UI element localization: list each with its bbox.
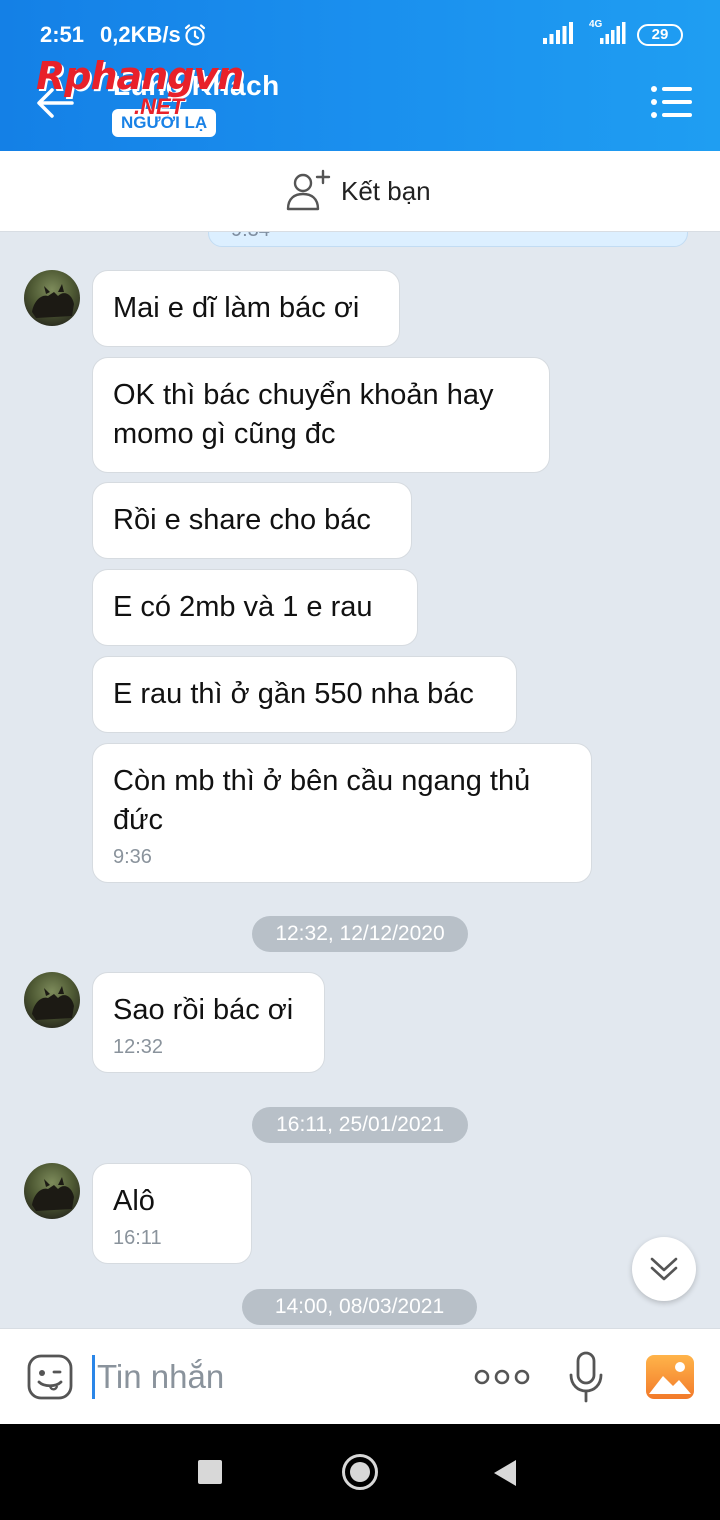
avatar-photo [32,986,74,1020]
message-text: OK thì bác chuyển khoản hay momo gì cũng… [113,379,494,450]
add-user-icon [286,169,331,211]
message-time: 9:36 [113,846,152,868]
message-bubble[interactable]: Rồi e share cho bác [92,482,412,559]
avatar[interactable] [24,1163,80,1219]
message-text: E có 2mb và 1 e rau [113,591,373,623]
date-separator: 14:00, 08/03/2021 [242,1289,477,1325]
message-bubble[interactable]: E có 2mb và 1 e rau [92,569,418,646]
avatar-photo [32,1177,74,1211]
message-text: Mai e dĩ làm bác ơi [113,292,360,324]
status-time: 2:51 [40,22,85,47]
recent-apps-icon[interactable] [198,1460,222,1484]
date-separator: 12:32, 12/12/2020 [252,916,468,952]
message-text: Rồi e share cho bác [113,504,371,536]
status-network-speed: 0,2KB/s [100,22,181,47]
emoji-sticker-icon[interactable] [26,1353,74,1401]
battery-indicator: 29 [637,24,683,46]
alarm-icon [184,24,206,46]
avatar[interactable] [24,972,80,1028]
back-triangle-icon[interactable] [494,1460,516,1486]
signal-icon [543,22,573,44]
message-list[interactable]: 9:34 Mai e dĩ làm bác ơi OK thì bác chuy… [0,232,720,1328]
add-friend-label: Kết bạn [341,175,431,206]
message-time: 12:32 [113,1036,164,1058]
avatar-photo [32,284,74,318]
message-time: 9:34 [231,232,270,242]
image-gallery-icon[interactable] [645,1354,695,1400]
double-chevron-down-icon [650,1257,678,1281]
message-bubble[interactable]: OK thì bác chuyển khoản hay momo gì cũng… [92,357,550,473]
message-bubble[interactable]: 9:34 [208,232,688,247]
add-friend-bar: Kết bạn [0,151,720,232]
more-options-icon[interactable] [474,1365,530,1389]
contact-name[interactable]: Lung Khach [113,70,280,102]
avatar[interactable] [24,270,80,326]
message-bubble[interactable]: Sao rồi bác ơi 12:32 [92,972,325,1073]
back-arrow-icon[interactable] [32,80,78,126]
message-composer [0,1328,720,1424]
menu-list-icon[interactable] [650,84,694,120]
message-text: Sao rồi bác ơi [113,994,294,1026]
signal-icon [600,22,626,44]
message-input[interactable] [92,1355,452,1399]
message-bubble[interactable]: Còn mb thì ở bên cầu ngang thủ đức 9:36 [92,743,592,883]
message-text: Alô [113,1185,155,1217]
date-separator: 16:11, 25/01/2021 [252,1107,468,1143]
message-bubble[interactable]: Alô 16:11 [92,1163,252,1264]
add-friend-button[interactable]: Kết bạn [285,169,431,213]
microphone-icon[interactable] [567,1351,605,1403]
message-bubble[interactable]: Mai e dĩ làm bác ơi [92,270,400,347]
message-text: E rau thì ở gần 550 nha bác [113,678,474,710]
stranger-badge: NGƯỜI LẠ [112,109,217,137]
message-time: 16:11 [113,1227,162,1249]
chat-header: 2:51 0,2KB/s 4G 29 Lung Khach NGƯỜI LẠ R… [0,0,720,151]
status-bar: 2:51 0,2KB/s 4G 29 [0,0,720,66]
home-icon[interactable] [342,1454,378,1490]
scroll-to-bottom-button[interactable] [632,1237,696,1301]
system-navigation-bar [0,1424,720,1520]
message-bubble[interactable]: E rau thì ở gần 550 nha bác [92,656,517,733]
message-text: Còn mb thì ở bên cầu ngang thủ đức [113,765,531,836]
